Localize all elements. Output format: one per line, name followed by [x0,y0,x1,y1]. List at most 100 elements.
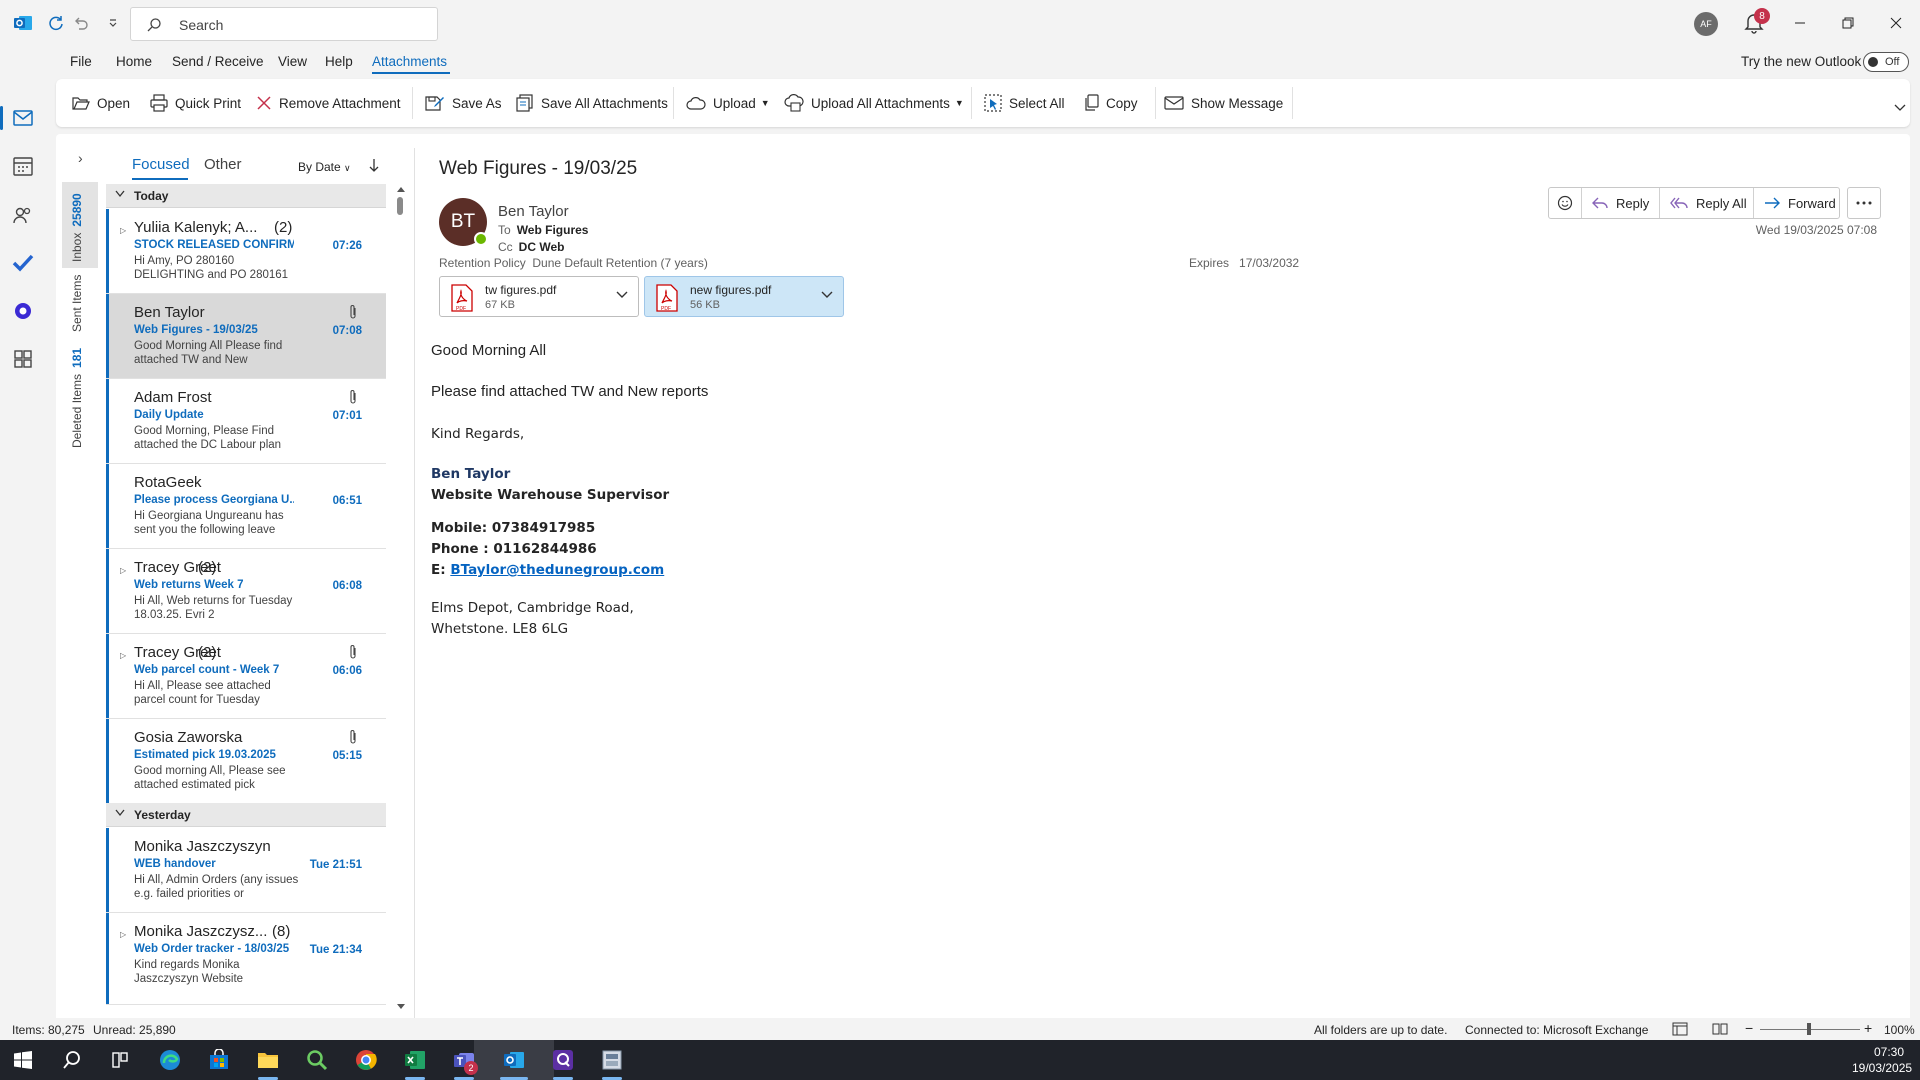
attachment-card[interactable]: PDF tw figures.pdf 67 KB [439,276,639,317]
task-view-icon[interactable] [108,1048,132,1072]
close-icon[interactable] [1886,13,1906,33]
expand-thread-icon[interactable]: ▷ [120,566,126,575]
mail-icon[interactable] [11,106,35,130]
zoom-level[interactable]: 100% [1884,1023,1915,1037]
message-time: 07:08 [332,325,362,337]
save-as-button[interactable]: Save As [425,92,502,114]
message-item-selected[interactable]: Ben Taylor Web Figures - 19/03/25 07:08 Goo… [106,294,386,379]
apps-icon[interactable] [11,347,35,371]
message-item[interactable]: ▷ Tracey Greet (2) Web returns Week 7 06:08 H… [106,549,386,634]
message-item[interactable]: ▷ Tracey Greet (2) Web parcel count - Week … [106,634,386,719]
scroll-up-icon[interactable] [396,185,406,193]
scroll-down-icon[interactable] [396,1003,406,1011]
restore-icon[interactable] [1838,13,1858,33]
sort-direction-arrow-icon[interactable] [369,158,379,172]
new-outlook-toggle[interactable]: Off [1863,52,1909,72]
reply-button[interactable]: Reply [1582,188,1660,218]
group-header-yesterday[interactable]: Yesterday [106,803,386,827]
search-box[interactable]: Search [130,7,438,41]
calendar-icon[interactable] [11,154,35,178]
forward-icon [1765,197,1780,209]
people-icon[interactable] [11,203,35,227]
todo-icon[interactable] [11,251,35,275]
zoom-slider-thumb[interactable] [1807,1023,1811,1035]
svg-text:PDF: PDF [456,306,466,312]
copilot-icon[interactable] [11,299,35,323]
chrome-icon[interactable] [354,1048,378,1072]
folder-inbox[interactable]: Inbox 25890 [70,193,84,262]
tab-focused[interactable]: Focused [132,156,190,173]
upload-button[interactable]: Upload ▼ [686,92,770,114]
react-button[interactable] [1549,188,1582,218]
tab-send-receive[interactable]: Send / Receive [172,54,264,69]
sender-name[interactable]: Ben Taylor [498,203,569,220]
reading-view-icon[interactable] [1712,1022,1728,1036]
upload-all-attachments-button[interactable]: Upload All Attachments ▼ [784,92,964,114]
tab-attachments[interactable]: Attachments [372,54,447,69]
attachment-card-selected[interactable]: PDF new figures.pdf 56 KB [644,276,844,317]
taskbar-search-icon[interactable] [60,1048,84,1072]
search-app-icon[interactable] [305,1048,329,1072]
message-item[interactable]: ▷ Yuliia Kalenyk; A... (2) STOCK RELEASED C… [106,209,386,294]
ribbon-expand-icon[interactable] [1894,104,1906,112]
quick-print-button[interactable]: Quick Print [150,92,241,114]
undo-icon[interactable] [70,12,92,34]
forward-button[interactable]: Forward [1754,188,1840,218]
file-explorer-icon[interactable] [256,1048,280,1072]
chevron-down-icon [115,190,125,198]
normal-view-icon[interactable] [1672,1022,1688,1036]
expand-folder-pane-icon[interactable]: › [78,150,83,166]
sort-by-dropdown[interactable]: By Date ∨ [298,160,351,174]
save-all-attachments-button[interactable]: Save All Attachments [516,92,668,114]
microsoft-store-icon[interactable] [207,1048,231,1072]
folder-deleted-items[interactable]: Deleted Items 181 [70,348,84,448]
account-avatar[interactable]: AF [1694,12,1718,36]
message-item[interactable]: Adam Frost Daily Update 07:01 Good Morning,… [106,379,386,464]
zoom-in-icon[interactable]: + [1864,1020,1872,1036]
chevron-down-icon[interactable] [616,291,628,299]
app-window-icon[interactable] [600,1048,624,1072]
cc-recipient[interactable]: DC Web [519,240,565,254]
show-message-button[interactable]: Show Message [1164,92,1283,114]
excel-icon[interactable] [403,1048,427,1072]
select-all-label: Select All [1009,95,1065,111]
tab-file[interactable]: File [70,54,92,69]
copy-button[interactable]: Copy [1083,92,1138,114]
select-all-button[interactable]: Select All [984,92,1065,114]
message-from: Monika Jaszczysz... [134,923,268,940]
open-button[interactable]: Open [72,92,130,114]
reply-all-button[interactable]: Reply All [1660,188,1754,218]
windows-start-icon[interactable] [11,1048,35,1072]
customize-toolbar-icon[interactable] [102,12,124,34]
minimize-icon[interactable] [1790,13,1810,33]
message-item[interactable]: Gosia Zaworska Estimated pick 19.03.2025 0… [106,719,386,804]
sync-icon[interactable] [45,12,67,34]
tab-help[interactable]: Help [325,54,353,69]
body-line: Please find attached TW and New reports [431,383,709,400]
signature-email-link[interactable]: BTaylor@thedunegroup.com [450,562,664,578]
message-list-scrollbar[interactable] [394,183,408,1013]
scroll-thumb[interactable] [397,197,403,215]
tab-other[interactable]: Other [204,156,242,173]
folder-deleted-label: Deleted Items [70,373,84,448]
outlook-taskbar-icon[interactable] [502,1048,526,1072]
group-header-today[interactable]: Today [106,184,386,208]
folder-sent-items[interactable]: Sent Items [70,275,84,332]
system-clock[interactable]: 07:30 19/03/2025 [1852,1044,1912,1076]
more-actions-button[interactable] [1847,187,1881,219]
message-item[interactable]: RotaGeek Please process Georgiana U... 06:… [106,464,386,549]
to-recipient[interactable]: Web Figures [517,223,589,237]
expand-thread-icon[interactable]: ▷ [120,930,126,939]
tab-home[interactable]: Home [116,54,152,69]
remove-attachment-button[interactable]: Remove Attachment [256,92,401,114]
app-q-icon[interactable] [551,1048,575,1072]
message-item[interactable]: Monika Jaszczyszyn WEB handover Tue 21:51 H… [106,828,386,913]
thread-count: (2) [198,559,217,576]
zoom-out-icon[interactable]: − [1745,1020,1753,1036]
edge-browser-icon[interactable] [158,1048,182,1072]
expand-thread-icon[interactable]: ▷ [120,226,126,235]
tab-view[interactable]: View [278,54,307,69]
expand-thread-icon[interactable]: ▷ [120,651,126,660]
chevron-down-icon[interactable] [821,291,833,299]
message-item[interactable]: ▷ Monika Jaszczysz... (8) Web Order tracker… [106,913,386,1005]
